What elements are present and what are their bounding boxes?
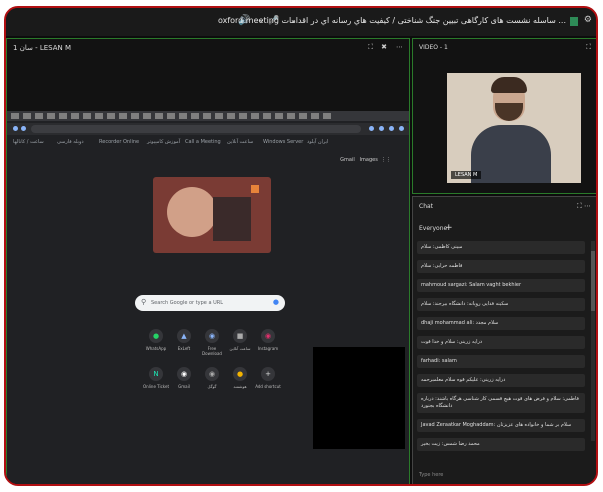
voice-search-icon[interactable]: ● [273, 298, 279, 306]
shortcut-tile[interactable]: ◉ Gmail [171, 367, 197, 389]
bookmarks-bar: ساعت / کانالها دوبله فارسی Recorder Onli… [7, 137, 409, 147]
shortcut-tile[interactable]: N Online Ticket [143, 367, 169, 389]
more-icon[interactable]: ⋯ [396, 43, 403, 51]
chat-message: فاطمی: سلام و فرض های قوت هیچ قسمی کار ش… [417, 393, 585, 413]
video-label: VIDEO - 1 [419, 44, 448, 51]
add-shortcut-button[interactable]: + Add shortcut [255, 367, 281, 389]
bookmark-item[interactable]: ساعت آنلاین [227, 139, 253, 145]
chat-message: farhadi: salam [417, 355, 585, 368]
gmail-link[interactable]: Gmail [340, 157, 355, 163]
shortcut-tile[interactable]: ◉ گوگل [199, 367, 225, 389]
bookmark-item[interactable]: Windows Server [263, 139, 303, 145]
webcam-feed: LESAN M [447, 73, 581, 183]
search-input[interactable]: Search Google or type a URL [151, 300, 223, 306]
shortcut-tile[interactable]: ● WhatsApp [143, 329, 169, 351]
meeting-title: oxford meeting ساسله نشست های کارگاهی تب… [217, 16, 566, 25]
screen-share-pod: سان 1 - LESAN M ⛶ ✖ ⋯ ساعت / کانالها دوب… [6, 38, 410, 484]
share-label: سان 1 - LESAN M [13, 44, 72, 52]
bookmark-item[interactable]: دوبله فارسی [57, 139, 84, 145]
pod-options-icon[interactable]: ⛶ ⋯ [577, 202, 591, 211]
header-links: Gmail Images ⋮⋮ [340, 157, 391, 163]
url-field[interactable] [31, 125, 361, 133]
shortcut-tile[interactable]: ◉ Free Download [199, 329, 225, 356]
bookmark-item[interactable]: Call a Meeting [185, 139, 221, 145]
bookmark-item[interactable]: Recorder Online [99, 139, 139, 145]
chat-messages: مبینی کاظمی: سلام فاطمه حرابی: سلام mahm… [417, 241, 585, 457]
chat-pod: Chat ⛶ ⋯ Everyone + مبینی کاظمی: سلام فا… [412, 196, 596, 484]
google-search-box[interactable]: ⚲ Search Google or type a URL ● [135, 295, 285, 311]
chat-message: درایه زرینی: سلام و خدا قوت [417, 336, 585, 349]
chat-scrollbar[interactable] [591, 241, 595, 441]
address-bar[interactable] [7, 123, 409, 135]
shortcut-tile[interactable]: ▲ ExLeft [171, 329, 197, 351]
app-window: 🔊 ⌄ 🎤 ⌄ oxford meeting ساسله نشست های کا… [4, 6, 598, 486]
chat-message: mahmoud sargazi: Salam vaght bekhier [417, 279, 585, 292]
chat-input[interactable]: Type here [417, 469, 593, 481]
chat-message: مبینی کاظمی: سلام [417, 241, 585, 254]
tab-strip [7, 111, 409, 121]
shortcut-tile[interactable]: ● هوشمند [227, 367, 253, 389]
chat-message: محمد رضا شمس: زیت بخیر [417, 438, 585, 451]
video-pod: VIDEO - 1 ⛶ LESAN M [412, 38, 596, 194]
title-bar: 🔊 ⌄ 🎤 ⌄ oxford meeting ساسله نشست های کا… [6, 8, 596, 36]
shortcut-tile[interactable]: ■ ساعت آنلاین [227, 329, 253, 351]
chat-input-placeholder: Type here [419, 472, 444, 478]
chat-message: درایه زرینی: علیکم قوه سلام معلمبرحمه [417, 374, 585, 387]
shortcut-tile[interactable]: ◉ Instagram [255, 329, 281, 351]
overlay-black-region [313, 347, 405, 449]
participant-name: LESAN M [451, 171, 482, 179]
tab-everyone[interactable]: Everyone [419, 225, 447, 232]
chat-message: Javad Zeraatkar Moghaddam: سلام بر شما و… [417, 419, 585, 432]
share-header: سان 1 - LESAN M ⛶ ✖ ⋯ [7, 39, 409, 57]
pod-options-icon[interactable]: ⛶ [586, 43, 591, 52]
chat-title: Chat [419, 203, 434, 210]
chat-message: dhaji mohammad ali: سلام مجدد [417, 317, 585, 330]
fullscreen-icon[interactable]: ⛶ [368, 43, 373, 52]
signal-icon [570, 17, 578, 26]
bookmark-item[interactable]: ایران آپلود [307, 139, 328, 145]
add-tab-button[interactable]: + [445, 223, 453, 233]
chat-message: فاطمه حرابی: سلام [417, 260, 585, 273]
collapse-icon[interactable]: ✖ [381, 43, 387, 51]
bookmark-item[interactable]: آموزش کامپیوتر [147, 139, 180, 145]
bookmark-item[interactable]: ساعت / کانالها [13, 139, 44, 145]
gear-icon[interactable]: ⚙ [584, 15, 592, 25]
chat-message: سکینه فدایی رویانه: دانشگاه بیرجند: سلام [417, 298, 585, 311]
images-link[interactable]: Images [360, 157, 378, 163]
search-icon: ⚲ [141, 298, 147, 306]
google-doodle[interactable] [153, 177, 271, 253]
